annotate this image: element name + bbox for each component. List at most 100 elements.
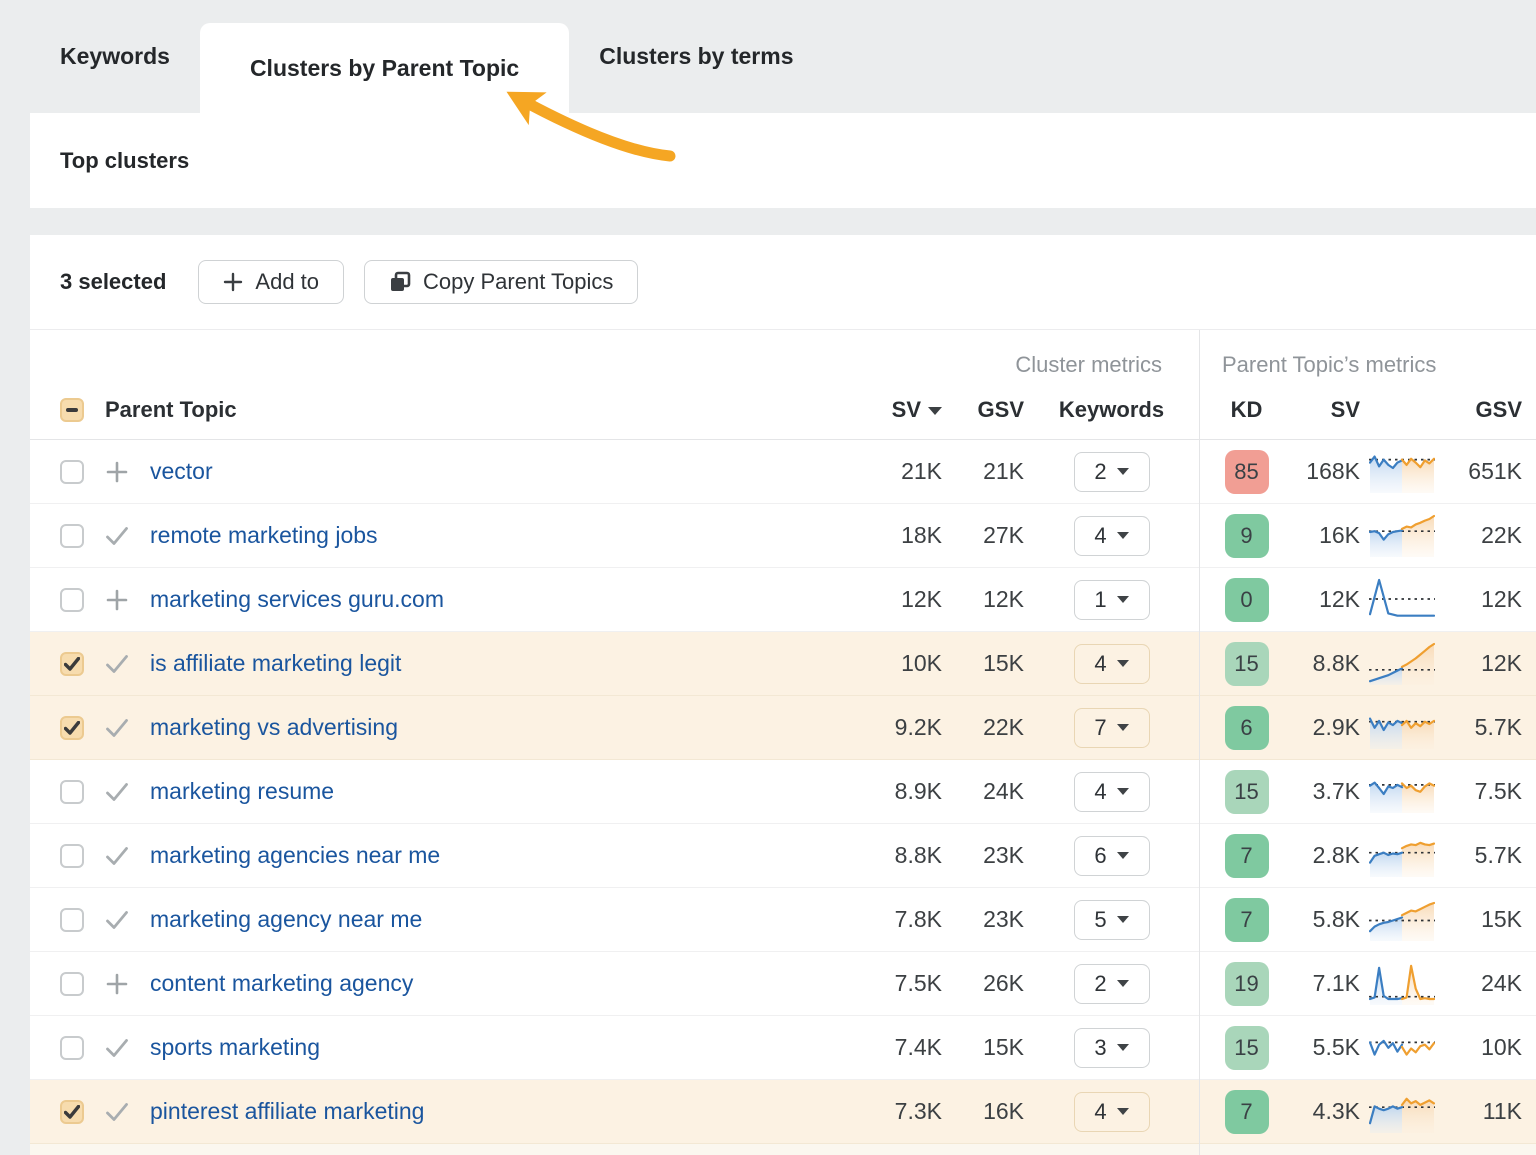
kd-badge: 7: [1225, 898, 1269, 942]
gsv-value: 15K: [942, 650, 1024, 677]
caret-down-icon: [1117, 852, 1129, 859]
gsv-value: 23K: [942, 842, 1024, 869]
row-checkbox[interactable]: [60, 524, 84, 548]
table-row: marketing agencies near me 8.8K 23K 6 7 …: [30, 824, 1536, 888]
sv-sparkline: [1360, 1025, 1444, 1071]
row-checkbox[interactable]: [60, 972, 84, 996]
parent-topic-link[interactable]: vector: [150, 458, 213, 485]
row-checkbox[interactable]: [60, 716, 84, 740]
keywords-dropdown[interactable]: 4: [1074, 772, 1150, 812]
column-sv-sortable[interactable]: SV: [862, 397, 942, 423]
select-all-checkbox[interactable]: [60, 398, 84, 422]
check-icon: [105, 844, 129, 868]
sv-value: 9.2K: [862, 714, 942, 741]
keywords-dropdown[interactable]: 4: [1074, 516, 1150, 556]
next-row-partial: [30, 1144, 1536, 1155]
parent-topic-link[interactable]: pinterest affiliate marketing: [150, 1098, 424, 1125]
table-row: marketing agency near me 7.8K 23K 5 7 5.…: [30, 888, 1536, 952]
row-checkbox[interactable]: [60, 652, 84, 676]
sv-value: 12K: [862, 586, 942, 613]
pt-gsv-value: 10K: [1444, 1034, 1522, 1061]
column-keywords: Keywords: [1024, 397, 1199, 423]
table-header: Cluster metrics Parent Topic’s metrics P…: [30, 330, 1536, 440]
kd-badge: 7: [1225, 1090, 1269, 1134]
gsv-value: 12K: [942, 586, 1024, 613]
row-checkbox[interactable]: [60, 908, 84, 932]
caret-down-icon: [1117, 724, 1129, 731]
column-gsv: GSV: [942, 397, 1024, 423]
parent-topic-link[interactable]: sports marketing: [150, 1034, 320, 1061]
tab-clusters-by-parent-topic[interactable]: Clusters by Parent Topic: [200, 23, 569, 113]
plus-icon: [105, 460, 129, 484]
selection-toolbar: 3 selected Add to Copy Parent Topics: [30, 235, 1536, 330]
plus-icon: [105, 972, 129, 996]
row-checkbox[interactable]: [60, 844, 84, 868]
row-checkbox[interactable]: [60, 1100, 84, 1124]
kd-badge: 19: [1225, 962, 1269, 1006]
keywords-dropdown[interactable]: 2: [1074, 452, 1150, 492]
parent-topic-link[interactable]: marketing resume: [150, 778, 334, 805]
tab-bar: Keywords Clusters by Parent Topic Cluste…: [0, 0, 1536, 113]
pt-sv-value: 2.9K: [1294, 714, 1360, 741]
gsv-value: 22K: [942, 714, 1024, 741]
keywords-dropdown[interactable]: 3: [1074, 1028, 1150, 1068]
pt-gsv-value: 5.7K: [1444, 714, 1522, 741]
gsv-value: 27K: [942, 522, 1024, 549]
plus-icon: [105, 588, 129, 612]
caret-down-icon: [1117, 532, 1129, 539]
sv-sparkline: [1360, 897, 1444, 943]
caret-down-icon: [1117, 1044, 1129, 1051]
sv-value: 7.4K: [862, 1034, 942, 1061]
keywords-dropdown[interactable]: 7: [1074, 708, 1150, 748]
parent-topic-link[interactable]: content marketing agency: [150, 970, 413, 997]
caret-down-icon: [1117, 916, 1129, 923]
keywords-dropdown[interactable]: 1: [1074, 580, 1150, 620]
row-checkbox[interactable]: [60, 1036, 84, 1060]
sv-value: 7.3K: [862, 1098, 942, 1125]
check-icon: [105, 1100, 129, 1124]
row-checkbox[interactable]: [60, 780, 84, 804]
sv-sparkline: [1360, 641, 1444, 687]
tab-clusters-by-terms[interactable]: Clusters by terms: [569, 43, 823, 70]
check-icon: [105, 524, 129, 548]
parent-topic-link[interactable]: marketing agencies near me: [150, 842, 440, 869]
kd-badge: 15: [1225, 1026, 1269, 1070]
sv-sparkline: [1360, 513, 1444, 559]
pt-gsv-value: 12K: [1444, 586, 1522, 613]
keywords-dropdown[interactable]: 5: [1074, 900, 1150, 940]
parent-topic-link[interactable]: remote marketing jobs: [150, 522, 378, 549]
kd-badge: 0: [1225, 578, 1269, 622]
pt-sv-value: 12K: [1294, 586, 1360, 613]
pt-gsv-value: 24K: [1444, 970, 1522, 997]
parent-topic-link[interactable]: is affiliate marketing legit: [150, 650, 401, 677]
sv-value: 7.8K: [862, 906, 942, 933]
gsv-value: 21K: [942, 458, 1024, 485]
parent-topic-link[interactable]: marketing services guru.com: [150, 586, 444, 613]
row-checkbox[interactable]: [60, 460, 84, 484]
keywords-dropdown[interactable]: 4: [1074, 1092, 1150, 1132]
check-icon: [105, 908, 129, 932]
sv-sparkline: [1360, 769, 1444, 815]
sv-value: 8.8K: [862, 842, 942, 869]
add-to-button[interactable]: Add to: [198, 260, 344, 304]
row-checkbox[interactable]: [60, 588, 84, 612]
tab-keywords[interactable]: Keywords: [30, 43, 200, 70]
table-row: pinterest affiliate marketing 7.3K 16K 4…: [30, 1080, 1536, 1144]
parent-topic-link[interactable]: marketing agency near me: [150, 906, 422, 933]
sv-value: 10K: [862, 650, 942, 677]
keywords-dropdown[interactable]: 6: [1074, 836, 1150, 876]
parent-topic-link[interactable]: marketing vs advertising: [150, 714, 398, 741]
check-icon: [105, 652, 129, 676]
cluster-metrics-group-label: Cluster metrics: [1015, 352, 1162, 378]
check-icon: [105, 780, 129, 804]
pt-gsv-value: 15K: [1444, 906, 1522, 933]
caret-down-icon: [1117, 468, 1129, 475]
copy-parent-topics-button[interactable]: Copy Parent Topics: [364, 260, 638, 304]
pt-gsv-value: 651K: [1444, 458, 1522, 485]
caret-down-icon: [1117, 980, 1129, 987]
keywords-dropdown[interactable]: 2: [1074, 964, 1150, 1004]
copy-icon: [389, 271, 411, 293]
caret-down-icon: [1117, 788, 1129, 795]
keywords-dropdown[interactable]: 4: [1074, 644, 1150, 684]
kd-badge: 15: [1225, 642, 1269, 686]
